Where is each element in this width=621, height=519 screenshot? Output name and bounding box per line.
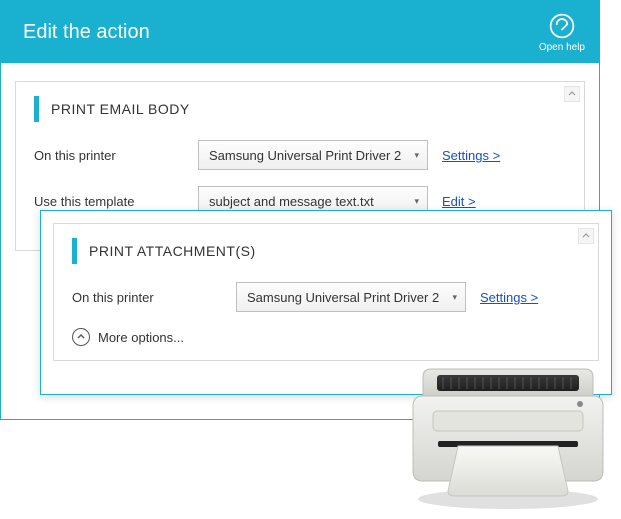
chevron-up-icon bbox=[568, 90, 576, 98]
chevron-down-icon: ▾ bbox=[452, 292, 457, 303]
panel-area-attach: PRINT ATTACHMENT(S) On this printer Sams… bbox=[41, 211, 611, 373]
panel-title: PRINT EMAIL BODY bbox=[51, 101, 190, 117]
panel-title: PRINT ATTACHMENT(S) bbox=[89, 243, 256, 259]
template-dropdown-value: subject and message text.txt bbox=[209, 194, 374, 209]
help-label: Open help bbox=[539, 42, 585, 53]
chevron-up-icon bbox=[582, 232, 590, 240]
titlebar: Edit the action Open help bbox=[1, 1, 599, 63]
printer-dropdown[interactable]: Samsung Universal Print Driver 2 ▾ bbox=[236, 282, 466, 312]
template-label: Use this template bbox=[34, 194, 184, 209]
printer-label: On this printer bbox=[34, 148, 184, 163]
more-options-toggle[interactable]: More options... bbox=[72, 328, 580, 346]
printer-dropdown-value: Samsung Universal Print Driver 2 bbox=[247, 290, 439, 305]
chevron-down-icon: ▾ bbox=[414, 150, 419, 161]
help-icon bbox=[548, 12, 576, 40]
printer-label: On this printer bbox=[72, 290, 222, 305]
more-options-label: More options... bbox=[98, 330, 184, 345]
accent-bar bbox=[34, 96, 39, 122]
window-title: Edit the action bbox=[23, 21, 150, 44]
printer-settings-link[interactable]: Settings > bbox=[442, 148, 500, 163]
printer-row: On this printer Samsung Universal Print … bbox=[72, 282, 580, 312]
printer-dropdown[interactable]: Samsung Universal Print Driver 2 ▾ bbox=[198, 140, 428, 170]
expand-icon bbox=[72, 328, 90, 346]
printer-settings-link[interactable]: Settings > bbox=[480, 290, 538, 305]
scroll-up-hint[interactable] bbox=[578, 228, 594, 244]
open-help-button[interactable]: Open help bbox=[539, 12, 585, 53]
accent-bar bbox=[72, 238, 77, 264]
print-attachments-panel: PRINT ATTACHMENT(S) On this printer Sams… bbox=[53, 223, 599, 361]
print-attachments-window: PRINT ATTACHMENT(S) On this printer Sams… bbox=[40, 210, 612, 395]
panel-header: PRINT EMAIL BODY bbox=[34, 96, 566, 122]
chevron-down-icon: ▾ bbox=[414, 196, 419, 207]
printer-row: On this printer Samsung Universal Print … bbox=[34, 140, 566, 170]
panel-header: PRINT ATTACHMENT(S) bbox=[72, 238, 580, 264]
scroll-up-hint[interactable] bbox=[564, 86, 580, 102]
printer-dropdown-value: Samsung Universal Print Driver 2 bbox=[209, 148, 401, 163]
template-edit-link[interactable]: Edit > bbox=[442, 194, 476, 209]
